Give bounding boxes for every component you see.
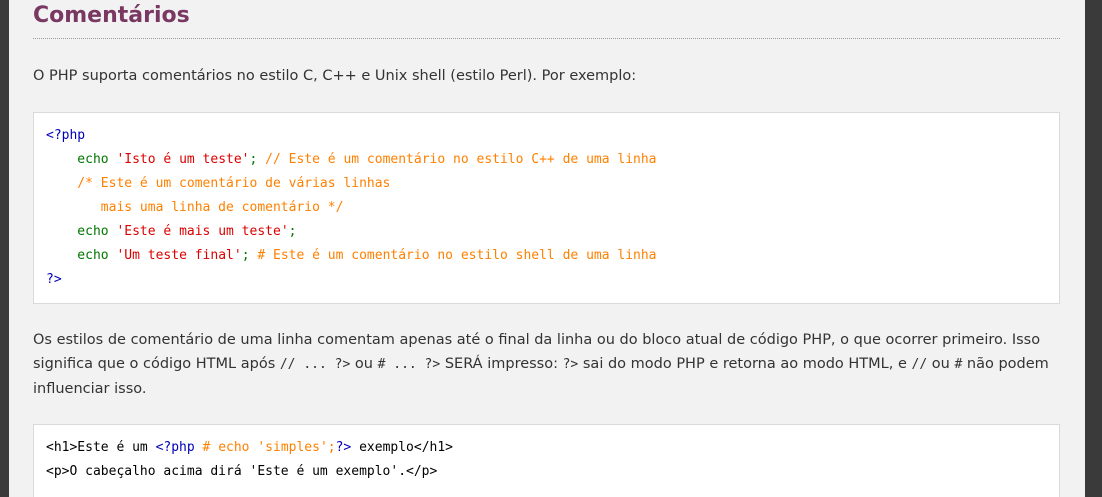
code-token: 'Este é mais um teste' [116,224,289,239]
explanation-paragraph: Os estilos de comentário de uma linha co… [33,328,1063,401]
code-example-comments: <?php echo 'Isto é um teste'; // Este é … [33,112,1060,304]
content-page: Comentários O PHP suporta comentários no… [9,0,1085,497]
title-divider [33,38,1060,39]
code-token: ; [241,248,258,263]
code-token: /* Este é um comentário de várias linhas [46,176,391,191]
code-line: echo 'Um teste final'; # Este é um comen… [46,244,1047,268]
code-token: ?> [46,272,62,287]
inline-code: # ... ?> [377,357,441,372]
code-token: <?php [155,440,203,455]
code-token: echo [46,152,117,167]
code-line: echo 'Este é mais um teste'; [46,220,1047,244]
code-token: 'Isto é um teste' [116,152,250,167]
intro-paragraph: O PHP suporta comentários no estilo C, C… [33,68,637,84]
code-line: ?> [46,268,1047,292]
code-line: <?php [46,124,1047,148]
code-token: ; [288,224,297,239]
inline-code: // [911,357,928,372]
code-token: echo [46,248,117,263]
code-token: <h1>Este é um [46,440,156,455]
paragraph-text: ou [927,356,955,372]
code-token: <p>O cabeçalho acima dirá 'Este é um exe… [46,464,438,479]
code-token: <?php [46,128,86,143]
code-token: mais uma linha de comentário */ [46,200,344,215]
code-token: ; [249,152,266,167]
paragraph-text: SERÁ impresso: [440,356,563,372]
code-line: <p>O cabeçalho acima dirá 'Este é um exe… [46,460,1047,484]
code-line: /* Este é um comentário de várias linhas [46,172,1047,196]
code-token: # echo 'simples'; [202,440,336,455]
code-token: # Este é um comentário no estilo shell d… [257,248,657,263]
code-token: 'Um teste final' [116,248,242,263]
code-line: mais uma linha de comentário */ [46,196,1047,220]
paragraph-text: ou [350,356,378,372]
code-line: <h1>Este é um <?php # echo 'simples';?> … [46,436,1047,460]
code-line: echo 'Isto é um teste'; // Este é um com… [46,148,1047,172]
paragraph-text: sai do modo PHP e retorna ao modo HTML, … [578,356,912,372]
code-token: ?> [335,440,352,455]
section-title: Comentários [33,3,190,28]
inline-code: ?> [562,357,579,372]
code-example-html: <h1>Este é um <?php # echo 'simples';?> … [33,424,1060,497]
code-token: // Este é um comentário no estilo C++ de… [265,152,657,167]
code-token: echo [46,224,117,239]
code-token: exemplo</h1> [351,440,454,455]
inline-code: // ... ?> [279,357,351,372]
